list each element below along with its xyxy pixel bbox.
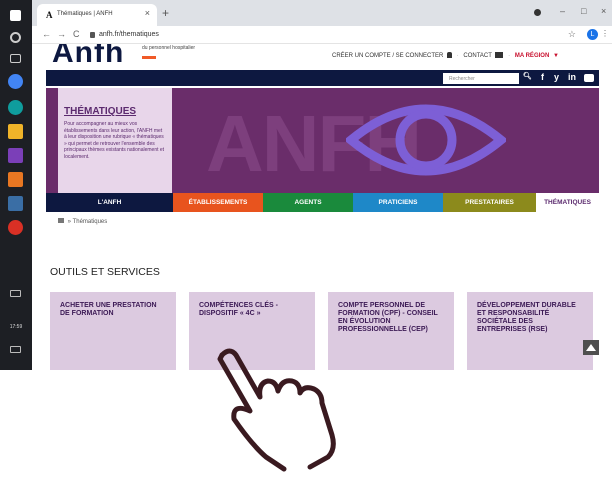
- arrow-up-icon: [586, 344, 596, 351]
- close-tab-icon[interactable]: ×: [145, 8, 150, 18]
- file-explorer-icon[interactable]: [8, 124, 23, 139]
- search-bar-strip: Rechercher 🔍︎ f y in: [46, 70, 599, 86]
- hand-pointer-icon: [217, 348, 336, 472]
- hero-banner: ANFH THÉMATIQUES Pour accompagner au mie…: [46, 88, 599, 193]
- menu-item-praticiens[interactable]: PRATICIENS: [353, 193, 443, 212]
- close-window-button[interactable]: ×: [601, 6, 606, 16]
- browser-tab[interactable]: A Thématiques | ANFH ×: [37, 4, 157, 26]
- minimize-button[interactable]: –: [560, 6, 565, 16]
- windows-taskbar: 17:59: [0, 0, 32, 370]
- tab-title: Thématiques | ANFH: [57, 11, 113, 17]
- hero-description: Pour accompagner au mieux vos établissem…: [64, 121, 165, 160]
- tile-developpement-durable[interactable]: DÉVELOPPEMENT DURABLE ET RESPONSABILITÉ …: [467, 292, 593, 370]
- logo-accent-bar: [142, 56, 156, 59]
- eye-icon: [346, 104, 506, 176]
- logo-subtitle: du personnel hospitalier: [142, 45, 196, 51]
- separator: ·: [456, 53, 459, 59]
- section-title: OUTILS ET SERVICES: [50, 266, 160, 278]
- facebook-icon[interactable]: f: [541, 72, 544, 82]
- top-links: CRÉER UN COMPTE / SE CONNECTER · CONTACT…: [332, 52, 559, 59]
- lock-icon: [90, 32, 95, 38]
- chevron-down-icon: ▼: [552, 53, 559, 59]
- volume-icon[interactable]: [10, 304, 21, 311]
- app-icon[interactable]: [8, 196, 23, 211]
- menu-item-anfh[interactable]: L'ANFH: [46, 193, 173, 212]
- notifications-icon[interactable]: [10, 346, 21, 353]
- web-page: Anfh du personnel hospitalier CRÉER UN C…: [32, 44, 612, 370]
- onenote-icon[interactable]: [8, 148, 23, 163]
- forward-icon[interactable]: →: [57, 29, 66, 39]
- maximize-button[interactable]: □: [581, 6, 586, 16]
- home-icon[interactable]: [58, 218, 64, 223]
- create-account-link[interactable]: CRÉER UN COMPTE / SE CONNECTER: [332, 53, 443, 59]
- anfh-logo[interactable]: Anfh: [52, 44, 124, 70]
- menu-item-prestataires[interactable]: PRESTATAIRES: [443, 193, 536, 212]
- windows-start-icon[interactable]: [10, 10, 21, 21]
- menu-kebab-icon[interactable]: ⋮: [601, 29, 609, 38]
- search-icon[interactable]: [10, 32, 21, 43]
- hero-title: THÉMATIQUES: [64, 106, 137, 117]
- edge-icon[interactable]: [8, 100, 23, 115]
- separator: ·: [508, 53, 511, 59]
- bookmark-star-icon[interactable]: ☆: [568, 29, 576, 40]
- menu-item-thematiques[interactable]: THÉMATIQUES: [536, 193, 599, 212]
- app-icon[interactable]: [8, 172, 23, 187]
- contact-link[interactable]: CONTACT: [463, 53, 491, 59]
- mail-icon: [495, 52, 504, 58]
- region-link[interactable]: MA RÉGION: [515, 53, 549, 59]
- tab-strip: A Thématiques | ANFH × + – □ ×: [32, 0, 612, 26]
- search-input[interactable]: Rechercher: [443, 73, 519, 84]
- extension-icon[interactable]: [534, 9, 541, 16]
- profile-avatar[interactable]: L: [587, 29, 598, 40]
- clock[interactable]: 17:59: [2, 324, 30, 330]
- menu-item-agents[interactable]: AGENTS: [263, 193, 353, 212]
- breadcrumb: » Thématiques: [58, 218, 107, 225]
- screenshot: 17:59 A Thématiques | ANFH × + – □ × ← →…: [0, 0, 612, 479]
- main-menu: L'ANFH ÉTABLISSEMENTS AGENTS PRATICIENS …: [46, 193, 599, 212]
- youtube-icon[interactable]: [584, 74, 594, 82]
- search-icon[interactable]: 🔍︎: [523, 72, 532, 80]
- chrome-icon[interactable]: [8, 74, 23, 89]
- twitter-icon[interactable]: y: [554, 72, 559, 82]
- linkedin-icon[interactable]: in: [568, 72, 576, 82]
- user-icon: [447, 52, 453, 58]
- tile-acheter-prestation[interactable]: ACHETER UNE PRESTATION DE FORMATION: [50, 292, 176, 370]
- app-icon[interactable]: [8, 220, 23, 235]
- back-icon[interactable]: ←: [42, 29, 51, 39]
- network-icon[interactable]: [10, 290, 21, 297]
- new-tab-button[interactable]: +: [162, 6, 169, 20]
- reload-icon[interactable]: C: [73, 29, 80, 39]
- url-field[interactable]: anfh.fr/thematiques: [99, 31, 159, 38]
- breadcrumb-current: Thématiques: [72, 219, 108, 225]
- task-view-icon[interactable]: [10, 54, 21, 63]
- scroll-to-top-button[interactable]: [583, 340, 599, 355]
- address-bar: ← → C anfh.fr/thematiques ☆ L ⋮: [32, 26, 612, 44]
- anfh-favicon-icon: A: [46, 10, 53, 20]
- hero-card: THÉMATIQUES Pour accompagner au mieux vo…: [58, 88, 172, 193]
- menu-item-etablissements[interactable]: ÉTABLISSEMENTS: [173, 193, 263, 212]
